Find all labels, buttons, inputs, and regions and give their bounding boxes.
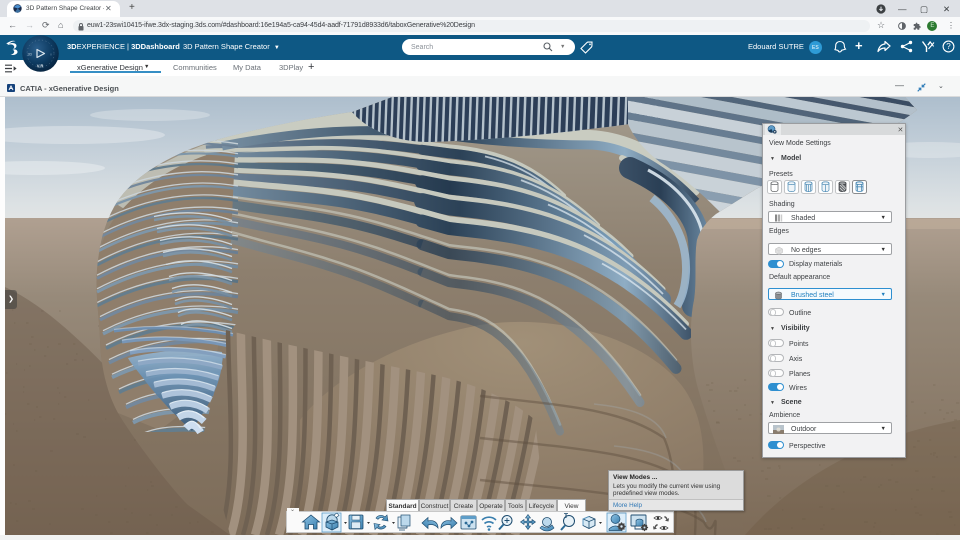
- svg-text:V.R: V.R: [37, 64, 44, 69]
- svg-text:?: ?: [946, 42, 951, 51]
- svg-text:3D: 3D: [28, 53, 33, 57]
- svg-text:ı: ı: [51, 53, 52, 57]
